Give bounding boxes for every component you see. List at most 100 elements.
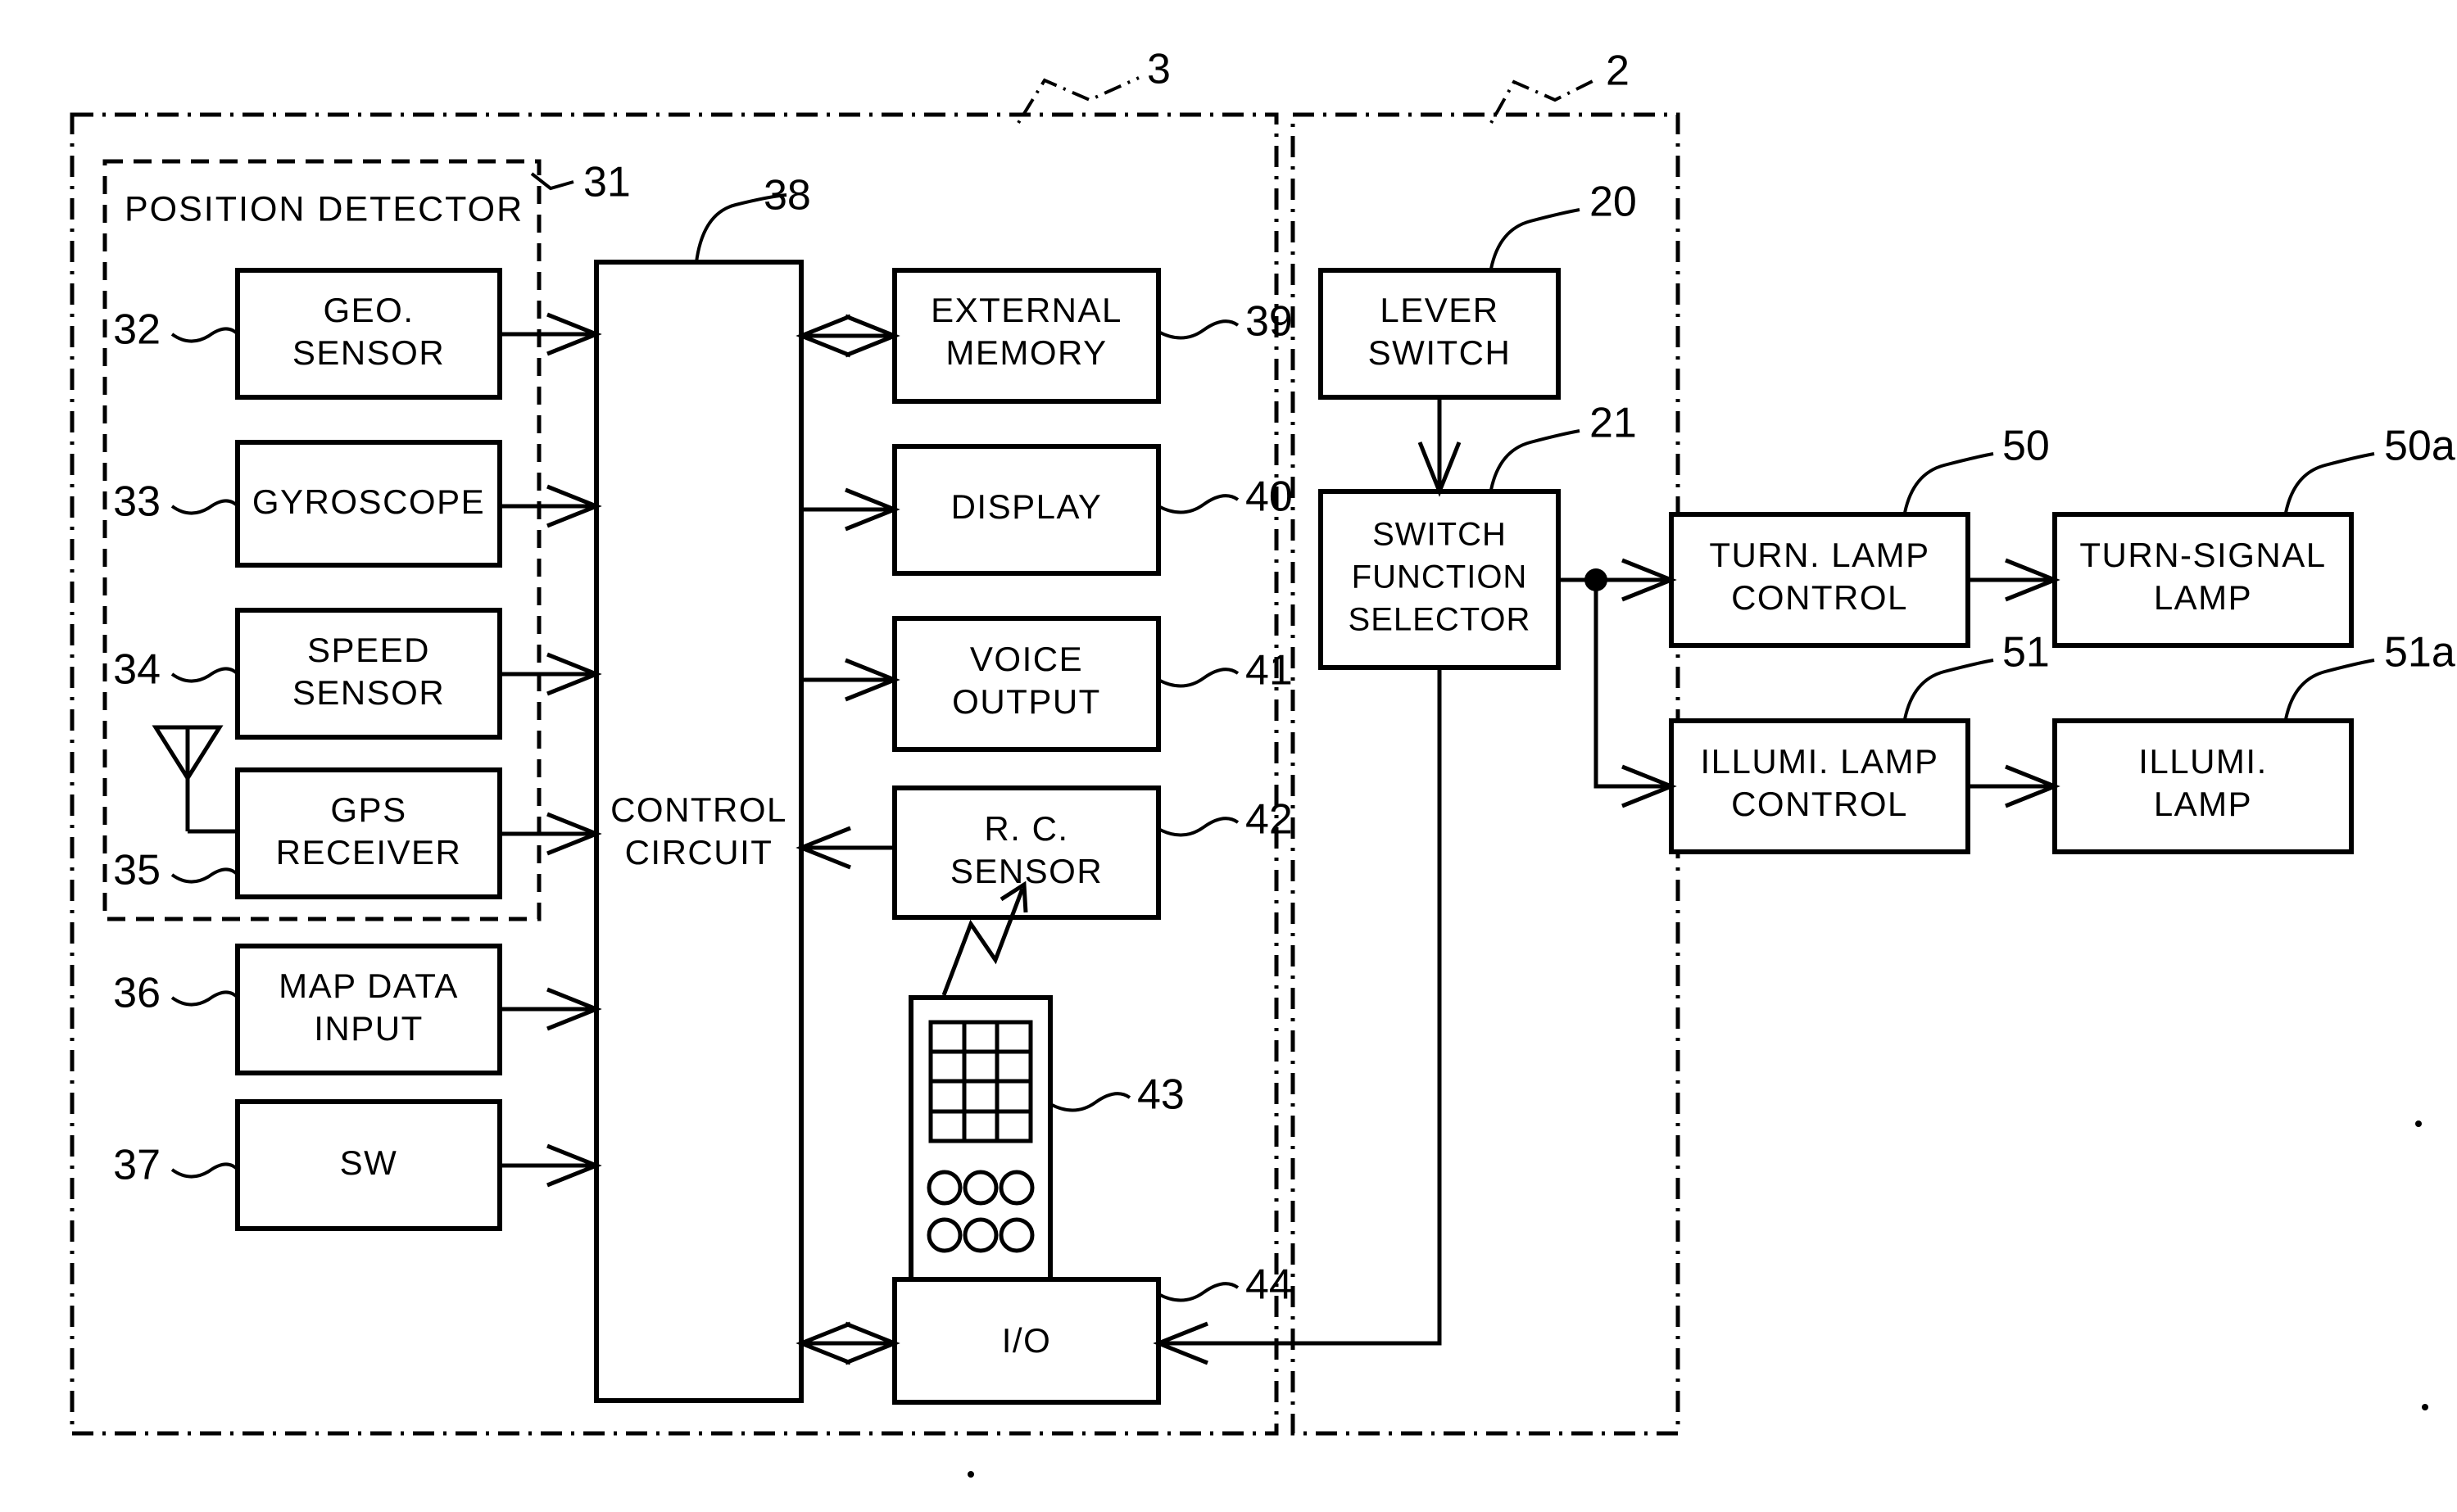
wire-map-to-control xyxy=(500,987,602,1031)
leader-line-51a xyxy=(2284,659,2375,720)
ref-num-39: 39 xyxy=(1245,298,1293,346)
block-label-illumi-lamp-line2: LAMP xyxy=(2154,785,2252,823)
leader-line-34 xyxy=(170,667,239,683)
ref-num-41: 41 xyxy=(1245,647,1293,695)
leader-line-51 xyxy=(1903,659,1994,720)
leader-line-35 xyxy=(170,867,239,884)
ref-num-35: 35 xyxy=(113,847,161,894)
ref-num-36: 36 xyxy=(113,970,161,1017)
ref-num-21: 21 xyxy=(1589,400,1637,447)
block-control-circuit[interactable] xyxy=(594,260,804,1403)
leader-line-43 xyxy=(1049,1092,1131,1112)
ref-num-51a: 51a xyxy=(2384,629,2455,677)
ref-num-31: 31 xyxy=(583,159,631,206)
block-label-turn-lamp-control-line1: TURN. LAMP xyxy=(1709,536,1929,574)
wire-rc-sensor-to-control xyxy=(796,826,895,870)
ref-num-50a: 50a xyxy=(2384,423,2455,470)
group-label-position-detector: POSITION DETECTOR xyxy=(125,189,524,229)
block-label-lever-switch-line2: SWITCH xyxy=(1368,333,1512,372)
print-artifact xyxy=(2415,1120,2422,1127)
block-label-gps-receiver-line2: RECEIVER xyxy=(276,833,462,871)
wire-illumi-control-to-illumi-lamp xyxy=(1968,764,2060,808)
wire-lever-to-selector xyxy=(1417,397,1462,497)
block-label-display: DISPLAY xyxy=(951,487,1103,526)
patent-figure-root: 3 2 31 POSITION DETECTOR GEO. SENSOR 32 … xyxy=(0,0,2457,1512)
wire-control-to-external-memory xyxy=(796,314,900,358)
wire-control-to-display xyxy=(801,487,900,532)
wire-turn-control-to-turn-lamp xyxy=(1968,558,2060,602)
block-label-sw: SW xyxy=(340,1143,398,1182)
block-label-geo-sensor-line1: GEO. xyxy=(323,291,414,329)
ref-num-3: 3 xyxy=(1147,46,1171,93)
leader-line-42 xyxy=(1158,817,1240,837)
block-label-switch-function-selector-line1: SWITCH xyxy=(1372,517,1507,553)
leader-line-20 xyxy=(1489,208,1580,269)
leader-line-37 xyxy=(170,1162,239,1179)
ref-num-40: 40 xyxy=(1245,473,1293,521)
ref-num-50: 50 xyxy=(2002,423,2050,470)
block-label-lever-switch-line1: LEVER xyxy=(1380,291,1498,329)
leader-line-33 xyxy=(170,499,239,515)
remote-control-icon[interactable] xyxy=(909,995,1053,1291)
leader-line-32 xyxy=(170,327,239,343)
ref-num-20: 20 xyxy=(1589,179,1637,226)
wire-control-to-io xyxy=(796,1321,900,1365)
wire-selector-to-lamp-controls xyxy=(1558,558,1677,808)
block-label-map-data-input-line1: MAP DATA xyxy=(279,967,459,1005)
print-artifact xyxy=(2422,1404,2428,1410)
block-diagram-svg: 3 2 31 POSITION DETECTOR GEO. SENSOR 32 … xyxy=(70,46,2455,1478)
block-label-external-memory-line2: MEMORY xyxy=(945,333,1107,372)
block-label-illumi-lamp-line1: ILLUMI. xyxy=(2138,742,2268,781)
wire-gyro-to-control xyxy=(500,484,602,528)
ref-num-33: 33 xyxy=(113,478,161,526)
leader-line-39 xyxy=(1158,319,1240,340)
wire-geo-to-control xyxy=(500,312,602,356)
wire-control-to-voice-output xyxy=(801,658,900,702)
block-label-turn-lamp-control-line2: CONTROL xyxy=(1731,578,1908,617)
block-label-switch-function-selector-line3: SELECTOR xyxy=(1349,602,1531,638)
block-label-gyroscope: GYROSCOPE xyxy=(252,482,485,521)
print-artifact xyxy=(968,1471,974,1478)
wire-sw-to-control xyxy=(500,1143,602,1188)
block-label-turn-signal-lamp-line2: LAMP xyxy=(2154,578,2252,617)
leader-line-50a xyxy=(2284,452,2375,514)
ref-num-34: 34 xyxy=(113,646,161,694)
leader-line-40 xyxy=(1158,494,1240,514)
antenna-icon xyxy=(152,725,238,834)
ref-num-2: 2 xyxy=(1606,48,1630,95)
block-label-illumi-lamp-control-line2: CONTROL xyxy=(1731,785,1908,823)
ref-num-43: 43 xyxy=(1137,1071,1185,1119)
block-label-voice-output-line2: OUTPUT xyxy=(952,682,1101,721)
wire-gps-to-control xyxy=(500,812,602,856)
block-label-control-circuit-line1: CONTROL xyxy=(610,790,787,829)
leader-line-50 xyxy=(1903,452,1994,514)
block-label-illumi-lamp-control-line1: ILLUMI. LAMP xyxy=(1700,742,1938,781)
block-label-turn-signal-lamp-line1: TURN-SIGNAL xyxy=(2079,536,2326,574)
block-label-rc-sensor-line1: R. C. xyxy=(984,809,1068,848)
leader-line-21 xyxy=(1489,429,1580,491)
block-label-control-circuit-line2: CIRCUIT xyxy=(625,833,773,871)
ref-num-51: 51 xyxy=(2002,629,2050,677)
ref-num-32: 32 xyxy=(113,306,161,354)
block-label-geo-sensor-line2: SENSOR xyxy=(292,333,445,372)
wire-selector-to-io xyxy=(1153,668,1442,1365)
leader-line-36 xyxy=(170,990,239,1007)
ref-num-37: 37 xyxy=(113,1142,161,1189)
leader-line-44 xyxy=(1158,1282,1240,1302)
block-label-voice-output-line1: VOICE xyxy=(970,640,1083,678)
leader-line-3 xyxy=(1017,76,1140,124)
block-label-speed-sensor-line1: SPEED xyxy=(307,631,430,669)
leader-line-41 xyxy=(1158,668,1240,688)
junction-dot xyxy=(1584,568,1607,591)
block-label-switch-function-selector-line2: FUNCTION xyxy=(1352,559,1528,595)
ref-num-38: 38 xyxy=(764,172,811,220)
ref-num-44: 44 xyxy=(1245,1261,1293,1309)
block-label-speed-sensor-line2: SENSOR xyxy=(292,673,445,712)
block-label-map-data-input-line2: INPUT xyxy=(314,1009,424,1048)
wire-speed-to-control xyxy=(500,652,602,696)
block-label-rc-sensor-line2: SENSOR xyxy=(950,852,1103,890)
ref-num-42: 42 xyxy=(1245,796,1293,844)
block-label-external-memory-line1: EXTERNAL xyxy=(931,291,1122,329)
block-label-gps-receiver-line1: GPS xyxy=(330,790,406,829)
block-label-io: I/O xyxy=(1002,1321,1052,1360)
